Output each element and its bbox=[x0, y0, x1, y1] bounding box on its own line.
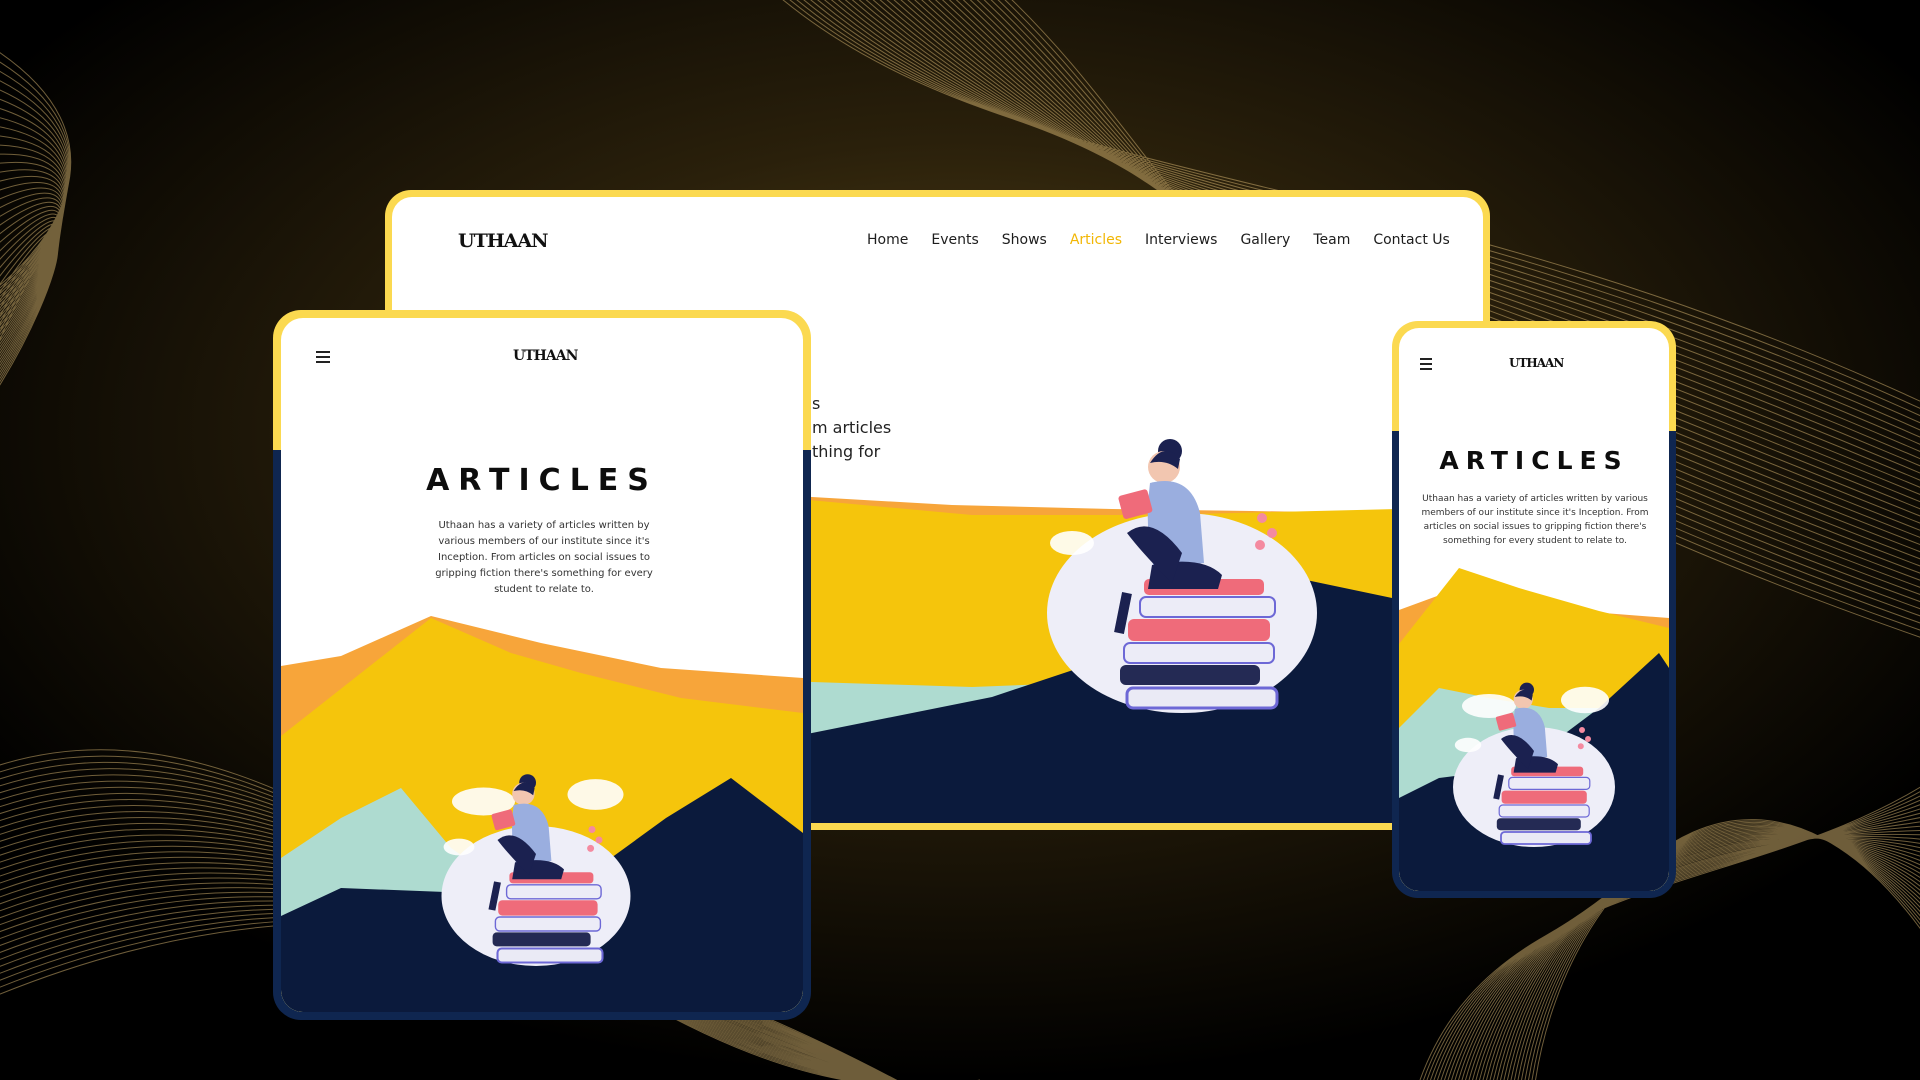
mobile-screen: UTHAAN ARTICLES Uthaan has a variety of … bbox=[1399, 328, 1669, 891]
tablet-hero-figure bbox=[441, 774, 631, 966]
mobile-mockup: UTHAAN ARTICLES Uthaan has a variety of … bbox=[1392, 321, 1676, 898]
mobile-hero-figure bbox=[1453, 682, 1615, 847]
tablet-screen: UTHAAN ARTICLES Uthaan has a variety of … bbox=[281, 318, 803, 1012]
desktop-hero-figure bbox=[1047, 439, 1317, 713]
tablet-mockup: UTHAAN ARTICLES Uthaan has a variety of … bbox=[273, 310, 811, 1020]
